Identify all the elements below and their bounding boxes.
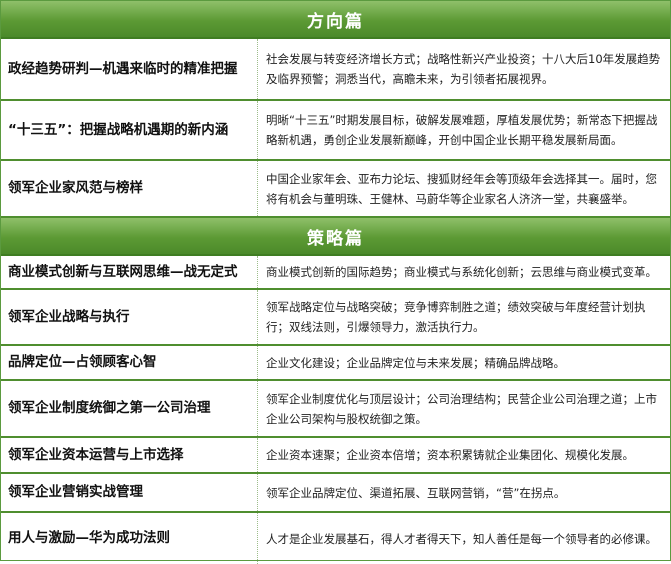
topic-cell: 领军企业营销实战管理: [8, 484, 143, 500]
topic-cell: 领军企业家风范与榜样: [8, 180, 143, 196]
table-row: 领军企业战略与执行 领军战略定位与战略突破；竞争博弈制胜之道；绩效突破与年度经营…: [1, 290, 670, 346]
topic-cell: 品牌定位—占领顾客心智: [8, 354, 157, 370]
description-cell: 企业资本速聚；企业资本倍增；资本积累铸就企业集团化、规模化发展。: [257, 438, 670, 472]
table-row: 商业模式创新与互联网思维—战无定式 商业模式创新的国际趋势；商业模式与系统化创新…: [1, 256, 670, 290]
description-cell: 社会发展与转变经济增长方式；战略性新兴产业投资；十八大后10年发展趋势及临界预警…: [257, 39, 670, 99]
topic-cell: “十三五”：把握战略机遇期的新内涵: [8, 121, 229, 138]
topic-cell: 领军企业资本运营与上市选择: [8, 446, 184, 463]
description-cell: 企业文化建设；企业品牌定位与未来发展；精确品牌战略。: [257, 346, 670, 379]
description-cell: 明晰“十三五”时期发展目标，破解发展难题，厚植发展优势；新常态下把握战略新机遇，…: [257, 101, 670, 159]
section-header-strategy: 策略篇: [1, 218, 670, 256]
table-row: 用人与激励—华为成功法则 人才是企业发展基石，得人才者得天下，知人善任是每一个领…: [1, 513, 670, 564]
description-cell: 人才是企业发展基石，得人才者得天下，知人善任是每一个领导者的必修课。: [257, 513, 670, 564]
topic-cell: 用人与激励—华为成功法则: [8, 530, 170, 546]
curriculum-table: 方向篇 政经趋势研判—机遇来临时的精准把握 社会发展与转变经济增长方式；战略性新…: [0, 0, 671, 564]
table-row: 领军企业营销实战管理 领军企业品牌定位、渠道拓展、互联网营销，“营”在拐点。: [1, 474, 670, 513]
table-row: “十三五”：把握战略机遇期的新内涵 明晰“十三五”时期发展目标，破解发展难题，厚…: [1, 101, 670, 161]
topic-cell: 领军企业制度统御之第一公司治理: [8, 400, 211, 416]
table-row: 领军企业制度统御之第一公司治理 领军企业制度优化与顶层设计；公司治理结构；民营企…: [1, 381, 670, 438]
section-title: 方向篇: [307, 11, 364, 32]
table-row: 领军企业资本运营与上市选择 企业资本速聚；企业资本倍增；资本积累铸就企业集团化、…: [1, 438, 670, 474]
description-cell: 领军企业品牌定位、渠道拓展、互联网营销，“营”在拐点。: [257, 474, 670, 511]
topic-cell: 领军企业战略与执行: [8, 308, 130, 325]
description-cell: 领军企业制度优化与顶层设计；公司治理结构；民营企业公司治理之道；上市企业公司架构…: [257, 381, 670, 436]
topic-cell: 政经趋势研判—机遇来临时的精准把握: [8, 60, 238, 77]
table-row: 领军企业家风范与榜样 中国企业家年会、亚布力论坛、搜狐财经年会等顶级年会选择其一…: [1, 161, 670, 218]
table-row: 品牌定位—占领顾客心智 企业文化建设；企业品牌定位与未来发展；精确品牌战略。: [1, 346, 670, 381]
section-title: 策略篇: [307, 228, 364, 249]
description-cell: 领军战略定位与战略突破；竞争博弈制胜之道；绩效突破与年度经营计划执行；双线法则，…: [257, 290, 670, 344]
topic-cell: 商业模式创新与互联网思维—战无定式: [8, 263, 238, 280]
section-header-direction: 方向篇: [1, 1, 670, 39]
description-cell: 中国企业家年会、亚布力论坛、搜狐财经年会等顶级年会选择其一。届时，您将有机会与董…: [257, 161, 670, 216]
description-cell: 商业模式创新的国际趋势；商业模式与系统化创新；云思维与商业模式变革。: [257, 256, 670, 288]
table-row: 政经趋势研判—机遇来临时的精准把握 社会发展与转变经济增长方式；战略性新兴产业投…: [1, 39, 670, 101]
